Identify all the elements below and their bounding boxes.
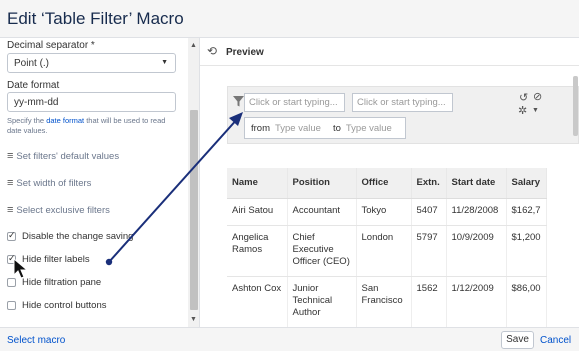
macro-settings-panel: Decimal separator * Point (.) ▼ Date for… [0,38,200,327]
date-format-link[interactable]: date format [46,116,84,125]
column-header-position[interactable]: Position [287,168,357,199]
table-cell: Ashton Cox [227,276,288,327]
clear-icon[interactable]: ⊘ [533,90,542,103]
hide-control-buttons-checkbox[interactable] [7,301,16,310]
table-cell: London [356,225,412,277]
hide-filtration-pane-label: Hide filtration pane [22,277,102,288]
filter-input-name[interactable]: Click or start typing... [244,93,345,112]
hide-filter-labels-label: Hide filter labels [22,254,90,265]
table-cell: $162,7 [506,198,547,226]
range-from-input[interactable]: Type value [275,123,321,134]
disable-change-saving-label: Disable the change saving [22,231,134,242]
decimal-separator-value: Point (.) [14,58,50,69]
table-cell: $86,00 [506,276,547,327]
preview-panel: ⟲ Preview Click or start typing... Click… [200,38,579,327]
preview-table: Name Position Office Extn. Start date Sa… [227,168,547,327]
table-cell: Tokyo [356,198,412,226]
filter-icon [233,96,244,107]
table-row: Angelica Ramos Chief Executive Officer (… [227,225,547,277]
scroll-down-icon[interactable]: ▼ [190,316,197,323]
mouse-cursor-icon [13,258,29,279]
range-to-label: to [332,122,341,134]
disable-change-saving-option[interactable]: Disable the change saving [7,230,134,242]
preview-scroll-thumb[interactable] [573,76,578,136]
filtration-pane: Click or start typing... Click or start … [227,86,579,144]
date-format-label: Date format [7,80,60,91]
table-cell: Angelica Ramos [227,225,288,277]
disable-change-saving-checkbox[interactable] [7,230,16,241]
refresh-icon[interactable]: ⟲ [207,44,217,58]
settings-scroll-thumb[interactable] [190,110,198,310]
preview-area: Click or start typing... Click or start … [227,86,579,327]
hide-control-buttons-option[interactable]: Hide control buttons [7,300,107,311]
range-filter: from Type value to Type value [244,117,406,139]
date-format-help: Specify the date format that will be use… [7,116,182,136]
column-header-extn[interactable]: Extn. [411,168,447,199]
table-row: Airi Satou Accountant Tokyo 5407 11/28/2… [227,198,547,226]
set-width-link[interactable]: ≡ Set width of filters [7,177,91,189]
set-width-label: Set width of filters [16,177,92,189]
select-exclusive-label: Select exclusive filters [16,204,110,216]
chevron-down-icon: ▼ [161,59,168,66]
column-header-office[interactable]: Office [356,168,412,199]
preview-bar: ⟲ Preview [200,38,579,66]
dialog-header: Edit ‘Table Filter’ Macro [0,0,579,38]
scroll-up-icon[interactable]: ▲ [190,42,197,49]
table-cell: Junior Technical Author [287,276,357,327]
select-macro-link[interactable]: Select macro [7,335,65,346]
list-icon: ≡ [7,150,14,162]
gear-icon[interactable]: ✲ [518,104,527,117]
table-cell: Accountant [287,198,357,226]
help-text-prefix: Specify the [7,116,47,125]
preview-label: Preview [226,47,264,58]
column-header-salary[interactable]: Salary [506,168,547,199]
hide-control-buttons-label: Hide control buttons [22,300,107,311]
table-row: Ashton Cox Junior Technical Author San F… [227,276,547,327]
list-icon: ≡ [7,204,14,216]
select-exclusive-link[interactable]: ≡ Select exclusive filters [7,204,110,216]
table-header-row: Name Position Office Extn. Start date Sa… [227,168,547,199]
table-cell: 1/12/2009 [446,276,507,327]
table-cell: $1,200 [506,225,547,277]
list-icon: ≡ [7,177,14,189]
table-cell: Airi Satou [227,198,288,226]
column-header-name[interactable]: Name [227,168,288,199]
column-header-start-date[interactable]: Start date [446,168,507,199]
range-to-input[interactable]: Type value [346,123,392,134]
save-button[interactable]: Save [501,331,534,349]
table-cell: 1562 [411,276,447,327]
table-cell: San Francisco [356,276,412,327]
chevron-down-icon[interactable]: ▼ [532,107,539,114]
decimal-separator-label: Decimal separator * [7,40,95,51]
filter-input-position[interactable]: Click or start typing... [352,93,453,112]
table-cell: 10/9/2009 [446,225,507,277]
table-cell: 5797 [411,225,447,277]
reset-icon[interactable]: ↺ [519,91,528,104]
table-cell: Chief Executive Officer (CEO) [287,225,357,277]
range-from-label: from [251,122,270,134]
decimal-separator-select[interactable]: Point (.) ▼ [7,53,176,73]
cancel-button[interactable]: Cancel [540,335,571,346]
set-default-values-label: Set filters' default values [16,150,120,162]
date-format-input[interactable]: yy-mm-dd [7,92,176,112]
dialog-title: Edit ‘Table Filter’ Macro [7,9,184,28]
table-cell: 5407 [411,198,447,226]
set-default-values-link[interactable]: ≡ Set filters' default values [7,150,119,162]
dialog-footer: Select macro Save Cancel [0,327,579,351]
table-cell: 11/28/2008 [446,198,507,226]
